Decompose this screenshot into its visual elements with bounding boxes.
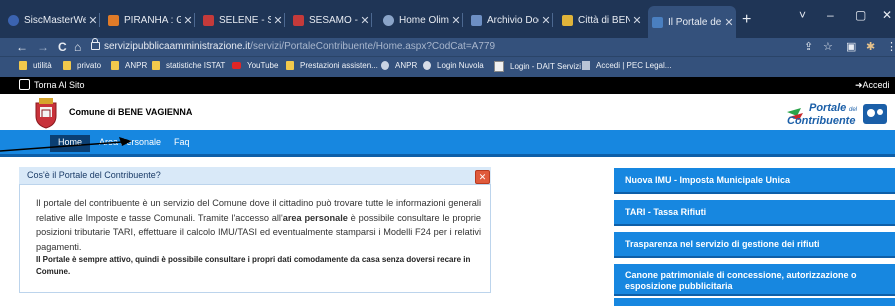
youtube-icon — [232, 62, 241, 69]
url-host: servizipubblicaamministrazione.it — [104, 41, 251, 52]
close-tab-icon[interactable]: ✕ — [449, 14, 463, 27]
new-tab-button[interactable]: + — [742, 12, 751, 28]
close-tab-icon[interactable]: ✕ — [630, 14, 644, 27]
url-path: /servizi/PortaleContribuente/Home.aspx?C… — [250, 41, 496, 52]
browser-tab[interactable]: SELENE - Servi ✕ — [199, 8, 285, 32]
close-window-button[interactable]: ✕ — [882, 8, 892, 22]
svg-text:del: del — [849, 107, 858, 113]
bookmark-item[interactable]: privato — [63, 61, 101, 70]
login-link[interactable]: ➜Accedi — [855, 79, 890, 91]
comune-icon — [562, 14, 573, 26]
tab-title: SiscMasterWeb — [24, 14, 86, 26]
tab-title: SELENE - Servi — [219, 14, 271, 26]
close-tab-icon[interactable]: ✕ — [358, 14, 372, 27]
info-panel-title: Cos'è il Portale del Contribuente? — [27, 170, 161, 180]
annotation-arrow — [0, 137, 132, 152]
info-panel-text: Il portale del contribuente è un servizi… — [36, 198, 481, 252]
tab-title: Archivio Docu — [487, 14, 539, 26]
crest-icon — [35, 98, 57, 129]
folder-icon — [111, 61, 119, 70]
share-icon[interactable]: ⇪ — [804, 40, 813, 54]
bookmark-item[interactable]: ANPR — [111, 61, 147, 70]
tab-search-icon[interactable]: ˅ — [799, 8, 806, 22]
dait-icon — [494, 61, 504, 72]
close-tab-icon[interactable]: ✕ — [722, 16, 736, 29]
close-tab-icon[interactable]: ✕ — [271, 14, 285, 27]
menu-icon[interactable]: ⋮ — [886, 40, 895, 54]
bookmark-item[interactable]: Prestazioni assisten... — [286, 61, 378, 70]
bookmark-item[interactable]: Login Nuvola — [423, 61, 484, 70]
browser-tab-active[interactable]: Il Portale del C ✕ — [648, 6, 736, 38]
site-topbar — [0, 77, 895, 94]
selene-icon — [203, 14, 214, 26]
archivio-icon — [471, 14, 482, 26]
star-icon[interactable]: ☆ — [823, 40, 833, 54]
link-more[interactable] — [614, 298, 895, 306]
close-tab-icon[interactable]: ✕ — [539, 14, 553, 27]
nuvola-icon — [423, 61, 431, 70]
portale-icon — [652, 16, 663, 28]
tab-title: Il Portale del C — [668, 16, 722, 28]
back-to-site-link[interactable]: Torna Al Sito — [19, 79, 85, 91]
olimpo-icon — [383, 14, 394, 26]
tab-title: Città di BENE V — [578, 14, 630, 26]
exit-icon — [19, 79, 30, 90]
bookmark-item[interactable]: Accedi | PEC Legal... — [582, 61, 671, 70]
close-tab-icon[interactable]: ✕ — [86, 14, 100, 27]
extension-icon[interactable]: ✱ — [866, 40, 875, 54]
link-canone-patrimoniale[interactable]: Canone patrimoniale di concessione, auto… — [614, 264, 895, 296]
svg-text:Contribuente: Contribuente — [787, 115, 855, 127]
browser-tab[interactable]: Archivio Docu ✕ — [467, 8, 553, 32]
link-tari[interactable]: TARI - Tassa Rifiuti — [614, 200, 895, 226]
bookmark-item[interactable]: statistiche ISTAT — [152, 61, 225, 70]
home-icon[interactable]: ⌂ — [74, 40, 81, 54]
bookmark-item[interactable]: ANPR — [381, 61, 417, 70]
tab-title: PIRANHA : Ges — [124, 14, 181, 26]
bookmark-item[interactable]: Login - DAIT Servizi — [494, 61, 581, 72]
comune-name: Comune di BENE VAGIENNA — [69, 107, 193, 117]
globe-icon — [8, 14, 19, 26]
sesamo-icon — [293, 14, 304, 26]
maximize-button[interactable]: ▢ — [855, 8, 866, 22]
sidebar-icon[interactable]: ▣ — [846, 40, 856, 54]
browser-tab[interactable]: SiscMasterWeb ✕ — [4, 8, 100, 32]
minimize-button[interactable]: – — [827, 8, 834, 22]
bookmark-item[interactable]: utilità — [19, 61, 52, 70]
globe-icon — [381, 61, 389, 70]
reload-icon[interactable]: C — [58, 40, 67, 54]
piranha-icon — [108, 14, 119, 26]
browser-tab[interactable]: PIRANHA : Ges ✕ — [104, 8, 195, 32]
link-trasparenza-rifiuti[interactable]: Trasparenza nel servizio di gestione dei… — [614, 232, 895, 258]
svg-text:Portale: Portale — [809, 102, 846, 114]
browser-tab[interactable]: Città di BENE V ✕ — [558, 8, 644, 32]
url-field[interactable]: servizipubblicaamministrazione.it/serviz… — [104, 39, 495, 55]
portale-contribuente-logo[interactable]: Portale del Contribuente — [783, 100, 893, 128]
folder-icon — [152, 61, 160, 70]
nav-faq[interactable]: Faq — [174, 135, 190, 152]
login-icon: ➜ — [855, 80, 863, 90]
link-nuova-imu[interactable]: Nuova IMU - Imposta Municipale Unica — [614, 168, 895, 194]
info-panel-note: Il Portale è sempre attivo, quindi è pos… — [36, 255, 471, 276]
close-tab-icon[interactable]: ✕ — [181, 14, 195, 27]
tab-title: SESAMO - Serv — [309, 14, 358, 26]
folder-icon — [19, 61, 27, 70]
forward-icon[interactable]: → — [37, 40, 49, 54]
browser-tab[interactable]: Home Olimpo ✕ — [379, 8, 463, 32]
bookmark-item[interactable]: YouTube — [232, 61, 278, 70]
lock-icon[interactable] — [91, 38, 100, 50]
browser-tab[interactable]: SESAMO - Serv ✕ — [289, 8, 372, 32]
close-panel-icon[interactable]: ✕ — [475, 170, 490, 184]
tab-title: Home Olimpo — [399, 14, 449, 26]
folder-icon — [63, 61, 71, 70]
pec-icon — [582, 61, 590, 70]
back-icon[interactable]: ← — [16, 40, 28, 54]
folder-icon — [286, 61, 294, 70]
